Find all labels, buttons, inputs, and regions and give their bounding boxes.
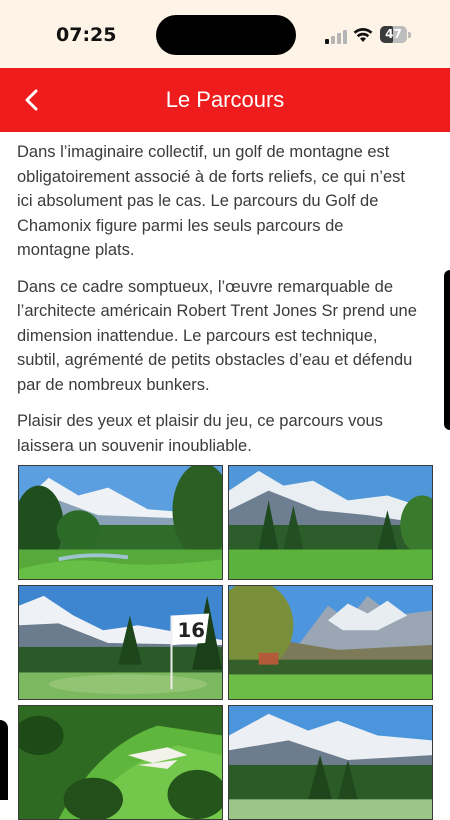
screen-edge [444,270,450,430]
photo-image [229,586,432,699]
paragraph: Dans ce cadre somptueux, l’œuvre remarqu… [17,277,417,394]
course-photo[interactable] [228,585,433,700]
signal-icon [325,28,347,44]
screen-edge [0,720,8,800]
course-description: Dans l’imaginaire collectif, un golf de … [17,140,417,470]
back-button[interactable] [14,80,54,120]
course-photo[interactable] [18,705,223,820]
signal-bar [343,30,347,44]
photo-image [229,466,432,579]
flag-number: 16 [177,619,205,642]
photo-image [19,706,222,819]
battery-cap [408,32,411,38]
signal-bar [337,33,341,44]
wifi-icon [353,27,373,42]
course-photo[interactable] [228,705,433,820]
chevron-left-icon [25,89,38,111]
course-photo[interactable] [18,465,223,580]
app-header: Le Parcours [0,68,450,132]
photo-image: 16 [19,586,222,699]
paragraph: Plaisir des yeux et plaisir du jeu, ce p… [17,412,383,455]
dynamic-island [156,15,296,55]
page-title: Le Parcours [165,87,285,112]
course-photo[interactable]: 16 [18,585,223,700]
course-photo[interactable] [228,465,433,580]
status-bar: 07:25 47 [0,0,450,68]
signal-bar [325,39,329,44]
battery-icon: 47 [380,26,407,43]
battery-level: 47 [385,27,402,41]
photo-image [229,706,432,819]
status-time: 07:25 [56,24,117,46]
paragraph: Dans l’imaginaire collectif, un golf de … [17,143,405,259]
photo-image [19,466,222,579]
signal-bar [331,36,335,44]
